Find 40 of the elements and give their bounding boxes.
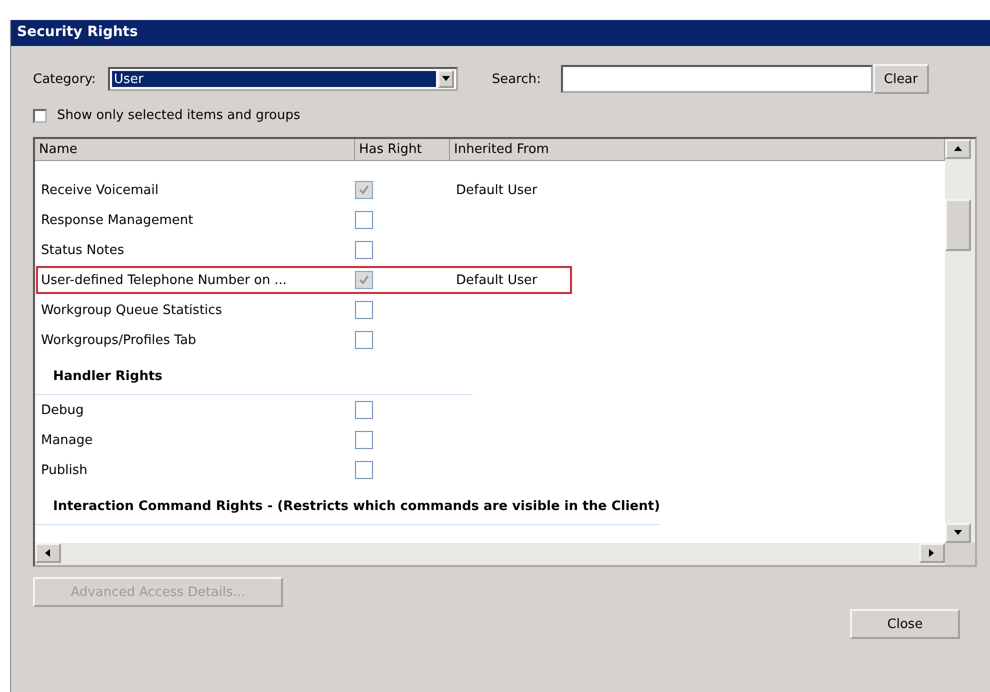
checkmark-icon bbox=[358, 184, 370, 196]
scroll-thumb[interactable] bbox=[945, 199, 971, 251]
right-name: Manage bbox=[40, 432, 94, 448]
vertical-scrollbar[interactable] bbox=[945, 139, 975, 543]
checkbox[interactable] bbox=[33, 108, 47, 122]
search-label: Search: bbox=[492, 72, 541, 86]
category-label: Category: bbox=[33, 72, 96, 86]
left-arrow-icon bbox=[43, 548, 53, 558]
checkmark-icon bbox=[358, 274, 370, 286]
horizontal-scrollbar[interactable] bbox=[35, 543, 945, 565]
has-right-checkbox[interactable] bbox=[355, 211, 373, 229]
search-field[interactable] bbox=[560, 65, 873, 93]
has-right-checkbox[interactable] bbox=[355, 241, 373, 259]
right-name: User-defined Telephone Number on ... bbox=[40, 272, 288, 288]
right-name: Receive Voicemail bbox=[40, 182, 160, 198]
column-header[interactable]: Inherited From bbox=[450, 139, 945, 161]
section-heading: Interaction Command Rights - (Restricts which commands are visible in the Client) bbox=[35, 485, 660, 525]
inherited-from: Default User bbox=[455, 272, 538, 288]
checkbox-label: Show only selected items and groups bbox=[57, 108, 300, 123]
category-dropdown[interactable]: User bbox=[108, 67, 458, 91]
up-arrow-icon bbox=[953, 144, 963, 154]
right-name: Workgroup Queue Statistics bbox=[40, 302, 224, 318]
window-title: Security Rights bbox=[11, 20, 990, 46]
right-name: Response Management bbox=[40, 212, 194, 228]
has-right-checkbox[interactable] bbox=[355, 301, 373, 319]
has-right-checkbox[interactable] bbox=[355, 331, 373, 349]
section-heading: Handler Rights bbox=[35, 355, 473, 395]
right-name: Publish bbox=[40, 462, 88, 478]
column-header[interactable]: Has Right bbox=[355, 139, 450, 161]
has-right-checkbox[interactable] bbox=[355, 461, 373, 479]
has-right-checkbox[interactable] bbox=[355, 431, 373, 449]
close-button[interactable]: Close bbox=[850, 609, 960, 639]
clear-button[interactable]: Clear bbox=[872, 64, 929, 94]
right-name: Workgroups/Profiles Tab bbox=[40, 332, 198, 348]
column-header[interactable]: Name bbox=[35, 139, 355, 161]
scrollbar-corner bbox=[945, 543, 975, 565]
right-name: Debug bbox=[40, 402, 85, 418]
inherited-from: Default User bbox=[455, 182, 538, 198]
right-name: Status Notes bbox=[40, 242, 126, 258]
has-right-checkbox[interactable] bbox=[355, 401, 373, 419]
